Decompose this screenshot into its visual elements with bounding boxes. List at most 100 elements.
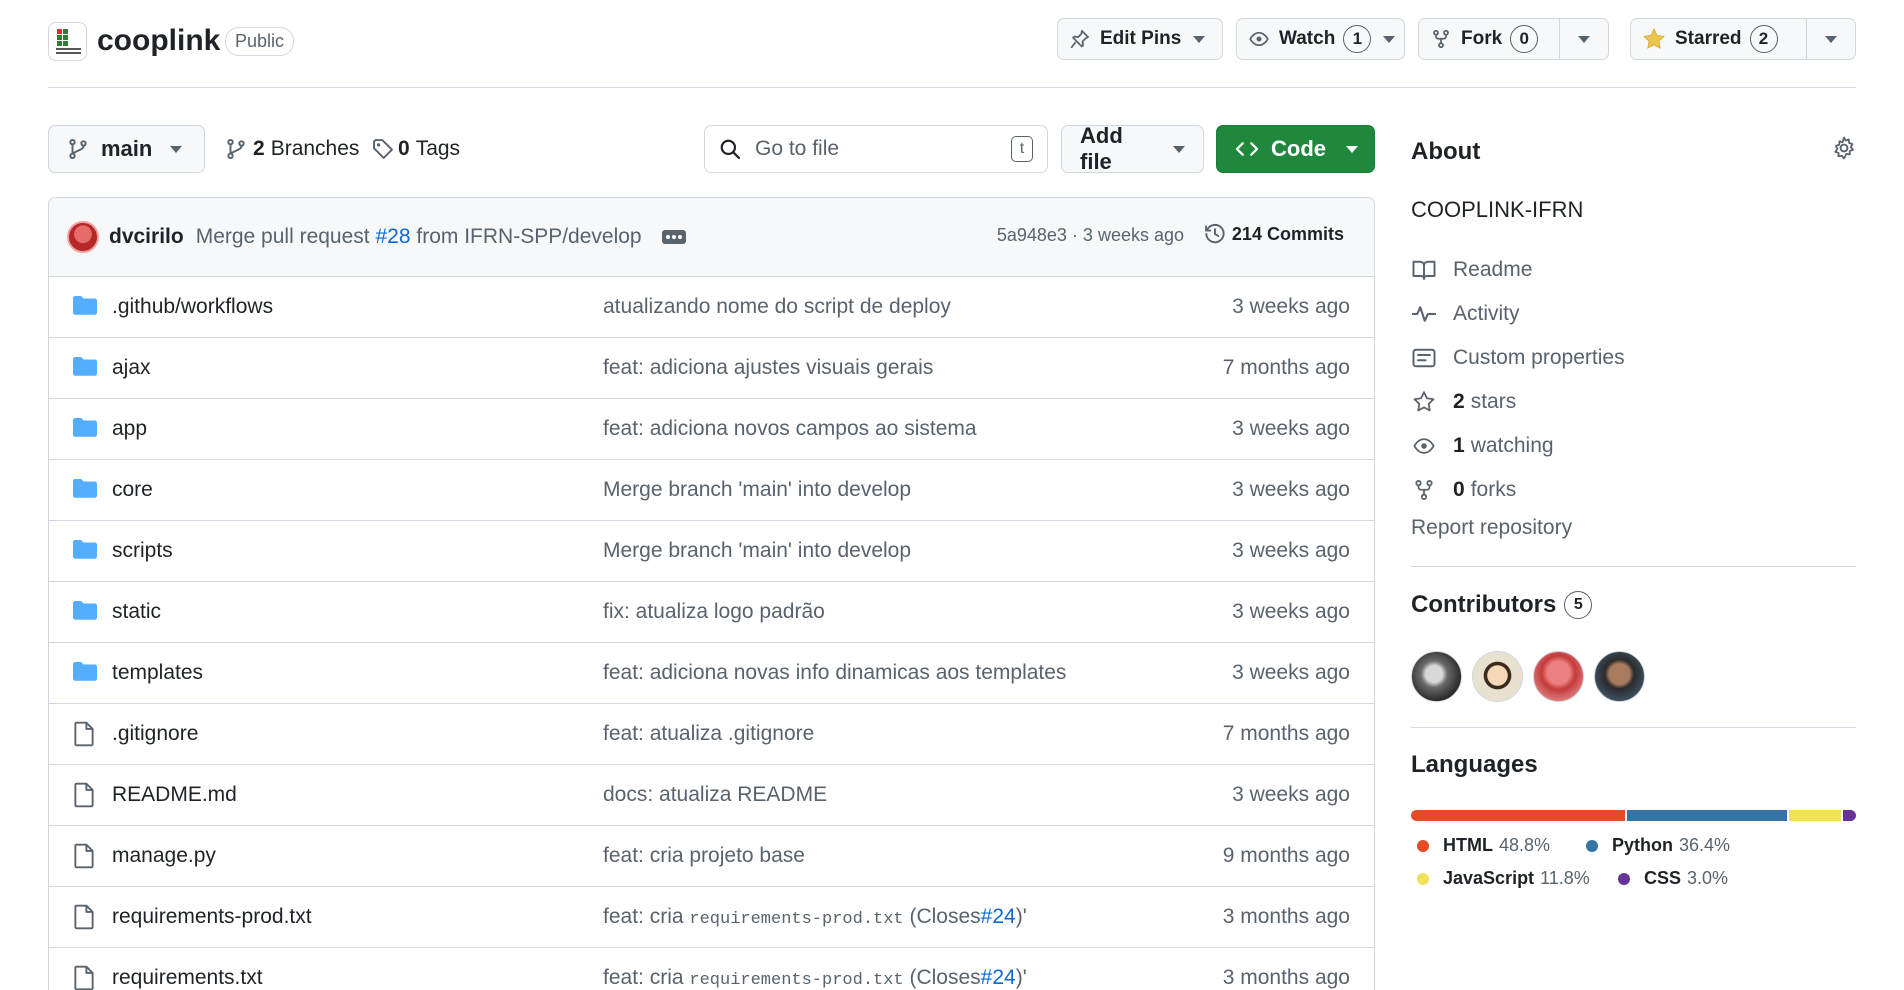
star-filled-icon xyxy=(1643,28,1665,50)
file-name-link[interactable]: .github/workflows xyxy=(112,295,273,319)
chevron-down-icon xyxy=(1578,35,1590,43)
commit-message-prefix: feat: cria xyxy=(603,966,684,989)
tags-link[interactable]: 0 Tags xyxy=(372,137,460,161)
folder-icon xyxy=(73,660,97,682)
commit-message-link[interactable]: atualizando nome do script de deploy xyxy=(603,295,951,319)
report-repository-link[interactable]: Report repository xyxy=(1411,516,1572,540)
language-html[interactable]: HTML 48.8% xyxy=(1417,835,1550,856)
commit-message-suffix: from IFRN-SPP/develop xyxy=(416,225,642,248)
file-name-link[interactable]: static xyxy=(112,600,161,624)
avatar[interactable] xyxy=(1533,651,1584,702)
custom-properties-link[interactable]: Custom properties xyxy=(1411,336,1856,380)
file-name-link[interactable]: .gitignore xyxy=(112,722,198,746)
avatar[interactable] xyxy=(1472,651,1523,702)
issue-link[interactable]: #24 xyxy=(981,905,1016,928)
commit-message-link[interactable]: feat: cria requirements-prod.txt (Closes… xyxy=(603,966,1027,990)
fork-dropdown-button[interactable] xyxy=(1559,19,1608,59)
language-bar-segment xyxy=(1789,810,1841,821)
table-row: manage.py feat: cria projeto base 9 months… xyxy=(49,826,1374,887)
commit-message-link[interactable]: Merge branch 'main' into develop xyxy=(603,478,911,502)
forks-link[interactable]: 0 forks xyxy=(1411,468,1856,512)
table-row: .github/workflows atualizando nome do scr… xyxy=(49,277,1374,338)
commit-message-link[interactable]: feat: adiciona novas info dinamicas aos … xyxy=(603,661,1066,685)
file-name-link[interactable]: requirements-prod.txt xyxy=(112,905,312,929)
go-to-file-input[interactable]: Go to file t xyxy=(704,125,1048,173)
book-icon xyxy=(1411,259,1437,281)
file-name-link[interactable]: templates xyxy=(112,661,203,685)
commit-time: 3 weeks ago xyxy=(1232,783,1350,806)
branches-link[interactable]: 2 Branches xyxy=(225,137,359,161)
commit-message-link[interactable]: feat: cria requirements-prod.txt (Closes… xyxy=(603,905,1027,929)
file-name-link[interactable]: manage.py xyxy=(112,844,216,868)
repo-name[interactable]: cooplink xyxy=(97,24,220,58)
watch-button[interactable]: Watch 1 xyxy=(1236,18,1405,60)
commit-hash-time[interactable]: 5a948e3 · 3 weeks ago xyxy=(997,225,1184,246)
contributors-heading[interactable]: Contributors 5 xyxy=(1411,591,1593,619)
file-name-link[interactable]: scripts xyxy=(112,539,173,563)
commit-message-link[interactable]: Merge branch 'main' into develop xyxy=(603,539,911,563)
avatar[interactable] xyxy=(1411,651,1462,702)
table-row: README.md docs: atualiza README 3 weeks ag… xyxy=(49,765,1374,826)
branches-count: 2 xyxy=(253,137,265,160)
avatar[interactable] xyxy=(1594,651,1645,702)
file-name-link[interactable]: README.md xyxy=(112,783,237,807)
fork-icon xyxy=(1431,29,1451,49)
file-name-link[interactable]: core xyxy=(112,478,153,502)
file-name-link[interactable]: ajax xyxy=(112,356,151,380)
file-name-link[interactable]: app xyxy=(112,417,147,441)
chevron-down-icon xyxy=(1346,145,1358,153)
commit-time: 3 weeks ago xyxy=(1232,661,1350,684)
about-title: About xyxy=(1411,138,1481,165)
file-table: dvcirilo Merge pull request #28 from IFR… xyxy=(48,197,1375,990)
commits-label: Commits xyxy=(1266,223,1344,244)
file-icon xyxy=(73,904,95,930)
file-list: .github/workflows atualizando nome do scr… xyxy=(49,277,1374,990)
contributors-title: Contributors xyxy=(1411,591,1557,618)
language-color-dot xyxy=(1417,839,1429,852)
commit-author[interactable]: dvcirilo xyxy=(109,225,184,249)
commit-message-link[interactable]: feat: adiciona novos campos ao sistema xyxy=(603,417,977,441)
stars-link[interactable]: 2 stars xyxy=(1411,380,1856,424)
repo-description: COOPLINK-IFRN xyxy=(1411,197,1584,222)
file-name-link[interactable]: requirements.txt xyxy=(112,966,263,990)
tags-count: 0 xyxy=(398,137,410,160)
table-row: core Merge branch 'main' into develop 3 we… xyxy=(49,460,1374,521)
commit-time: 3 months ago xyxy=(1222,905,1350,928)
branch-selector[interactable]: main xyxy=(48,125,205,173)
pulse-icon xyxy=(1411,303,1437,325)
gear-icon[interactable] xyxy=(1832,136,1856,160)
issue-link[interactable]: #24 xyxy=(981,966,1016,989)
language-bar-segment xyxy=(1842,810,1856,821)
language-name: CSS xyxy=(1644,868,1682,888)
ifrn-logo-icon[interactable] xyxy=(48,22,87,61)
language-python[interactable]: Python 36.4% xyxy=(1586,835,1730,856)
add-file-button[interactable]: Add file xyxy=(1061,123,1204,174)
language-css[interactable]: CSS 3.0% xyxy=(1618,868,1728,889)
commit-message-link[interactable]: feat: adiciona ajustes visuais gerais xyxy=(603,356,933,380)
folder-icon xyxy=(73,416,97,438)
avatar[interactable] xyxy=(67,221,99,253)
fork-button[interactable]: Fork 0 xyxy=(1418,18,1609,60)
readme-link[interactable]: Readme xyxy=(1411,248,1856,292)
commit-time: 9 months ago xyxy=(1222,844,1350,867)
commit-message[interactable]: Merge pull request #28 from IFRN-SPP/dev… xyxy=(196,225,642,249)
commit-message-link[interactable]: fix: atualiza logo padrão xyxy=(603,600,825,624)
language-javascript[interactable]: JavaScript 11.8% xyxy=(1417,868,1590,889)
about-list: Readme Activity Custom properties 2 star… xyxy=(1411,248,1856,512)
star-list-dropdown-button[interactable] xyxy=(1806,19,1855,59)
starred-button[interactable]: Starred 2 xyxy=(1630,18,1856,60)
watching-link[interactable]: 1 watching xyxy=(1411,424,1856,468)
expand-commit-message-button[interactable] xyxy=(661,230,686,244)
edit-pins-button[interactable]: Edit Pins xyxy=(1057,18,1223,60)
commit-pr-link[interactable]: #28 xyxy=(375,225,410,248)
activity-link[interactable]: Activity xyxy=(1411,292,1856,336)
code-button[interactable]: Code xyxy=(1216,125,1375,173)
commit-message-link[interactable]: feat: atualiza .gitignore xyxy=(603,722,814,746)
languages-bar xyxy=(1411,810,1856,821)
history-icon xyxy=(1204,223,1226,245)
commit-time: 3 weeks ago xyxy=(1232,478,1350,501)
eye-icon xyxy=(1411,435,1437,457)
commits-history-link[interactable]: 214 Commits xyxy=(1204,223,1344,245)
commit-message-link[interactable]: feat: cria projeto base xyxy=(603,844,805,868)
commit-message-link[interactable]: docs: atualiza README xyxy=(603,783,827,807)
